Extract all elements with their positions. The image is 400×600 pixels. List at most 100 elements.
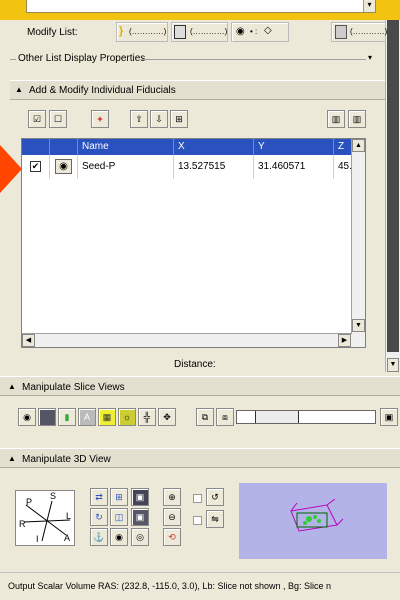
view-rotate-icon[interactable]: ↻ [90,508,108,526]
view-anchor-icon[interactable]: ⚓ [90,528,108,546]
view-left-icon[interactable]: ⇄ [90,488,108,506]
view-eye-icon[interactable]: ◉ [110,528,128,546]
table-vertical-scrollbar[interactable]: ▲ ▼ [351,139,365,347]
col-check [22,139,50,155]
checkbox-deselect-icon[interactable]: ☐ [49,110,67,128]
slice-pan-icon[interactable]: ✥ [158,408,176,426]
fiducial-table: Name X Y Z ✔ ◉ Seed-P 13.527515 31.46057… [21,138,366,348]
cell-y[interactable]: 31.460571 [254,155,334,179]
col-name[interactable]: Name [78,139,174,155]
scroll-up-icon[interactable]: ▲ [352,139,365,152]
scroll-left-icon[interactable]: ◀ [22,334,35,347]
rock-checkbox[interactable] [193,516,202,525]
chevron-down-icon[interactable]: ▾ [368,53,372,62]
manipulate-3d-header[interactable]: ▲ Manipulate 3D View [0,448,400,468]
top-dropdown[interactable]: ▾ [26,0,376,13]
cell-name[interactable]: Seed-P [78,155,174,179]
add-modify-header[interactable]: ▲ Add & Modify Individual Fiducials [10,80,385,100]
delete-all-icon[interactable]: ▥ [348,110,366,128]
view-stereo-icon[interactable]: ◎ [131,528,149,546]
scroll-right-icon[interactable]: ▶ [338,334,351,347]
view-snapshot-icon[interactable]: ▣ [131,508,149,526]
bracket-icon: } [119,25,124,37]
slice-layer-icon[interactable]: ⧉ [196,408,214,426]
slice-end-icon[interactable]: ▣ [380,408,398,426]
scrollbar-thumb[interactable] [387,20,399,352]
cell-x[interactable]: 13.527515 [174,155,254,179]
row-checkbox-cell: ✔ [22,155,50,179]
zoom-in-icon[interactable]: ⊕ [163,488,181,506]
slice-crosshair-icon[interactable]: ╬ [138,408,156,426]
modify-list-button-3-label: • : [250,27,258,36]
view-box-icon[interactable]: ◫ [110,508,128,526]
slice-slider[interactable] [236,410,376,424]
modify-list-button-1[interactable]: } (…………) [116,22,168,42]
slice-layout-icon[interactable] [38,408,56,426]
scroll-down-icon[interactable]: ▼ [387,358,399,372]
manipulate-3d-title: Manipulate 3D View [22,454,111,465]
status-bar: Output Scalar Volume RAS: (232.8, -115.0… [0,572,400,600]
rock-icon[interactable]: ⇋ [206,510,224,528]
pointer-arrow-icon [0,145,22,193]
orient-p: P [26,497,33,507]
3d-preview[interactable] [239,483,387,559]
modify-list-button-2-label: (…………) [190,27,228,36]
spin-icon[interactable]: ↺ [206,488,224,506]
checkbox-select-icon[interactable]: ☑ [28,110,46,128]
slice-fov-icon[interactable]: ▦ [98,408,116,426]
zoom-out-icon[interactable]: ⊖ [163,508,181,526]
chevron-down-icon[interactable]: ▾ [363,0,375,12]
slice-eye-icon[interactable]: ◉ [18,408,36,426]
eye-icon: ◉ [236,26,245,37]
modify-list-button-4[interactable]: (…………) [331,22,387,42]
panel-scrollbar[interactable]: ▼ [385,20,400,372]
move-down-icon[interactable]: ⇩ [150,110,168,128]
cell-z[interactable]: 45. [334,155,352,179]
table-horizontal-scrollbar[interactable]: ◀ ▶ [22,333,352,347]
left-strip [0,20,8,375]
divider [10,59,16,60]
distance-label: Distance: [174,359,216,370]
view-reset-icon[interactable]: ⟲ [163,528,181,546]
row-checkbox[interactable]: ✔ [30,161,41,172]
manipulate-slice-title: Manipulate Slice Views [22,382,125,393]
orient-s: S [50,491,57,501]
manipulate-slice-header[interactable]: ▲ Manipulate Slice Views [0,376,400,396]
add-fiducial-icon[interactable]: + [91,110,109,128]
slice-link-icon[interactable]: ⧈ [216,408,234,426]
modify-list-button-2[interactable]: (…………) [171,22,228,42]
lock-icon [174,25,186,39]
orient-i: I [36,534,39,544]
orientation-widget[interactable]: P S L R I A [15,490,75,546]
slice-green-icon[interactable]: ▮ [58,408,76,426]
view-camera-icon[interactable]: ▣ [131,488,149,506]
divider [142,59,366,60]
spin-checkbox[interactable] [193,494,202,503]
delete-selected-icon[interactable]: ▥ [327,110,345,128]
slice-sun-icon[interactable]: ☼ [118,408,136,426]
orient-l: L [66,511,72,521]
modify-list-button-3[interactable]: ◉ • : ◇ [231,22,289,42]
orient-r: R [19,519,26,529]
eye-icon[interactable]: ◉ [55,159,72,174]
3d-volume-preview-icon [290,498,344,532]
col-z[interactable]: Z [334,139,352,155]
caret-up-icon[interactable]: ▲ [15,85,23,94]
scroll-down-icon[interactable]: ▼ [352,319,365,332]
col-y[interactable]: Y [254,139,334,155]
slider-thumb[interactable] [255,411,299,423]
table-row[interactable]: ✔ ◉ Seed-P 13.527515 31.460571 45. [22,155,352,179]
move-up-icon[interactable]: ⇧ [130,110,148,128]
grid-icon[interactable]: ⊞ [170,110,188,128]
modify-list-button-1-label: (…………) [129,27,167,36]
caret-up-icon[interactable]: ▲ [8,382,16,391]
caret-up-icon[interactable]: ▲ [8,454,16,463]
row-visibility-cell: ◉ [50,155,78,179]
trash-icon [335,25,347,39]
add-modify-title: Add & Modify Individual Fiducials [29,85,176,96]
col-x[interactable]: X [174,139,254,155]
slice-label-icon[interactable]: A [78,408,96,426]
modify-list-label: Modify List: [27,27,78,38]
view-front-icon[interactable]: ⊞ [110,488,128,506]
other-list-display-label[interactable]: Other List Display Properties [18,53,145,64]
